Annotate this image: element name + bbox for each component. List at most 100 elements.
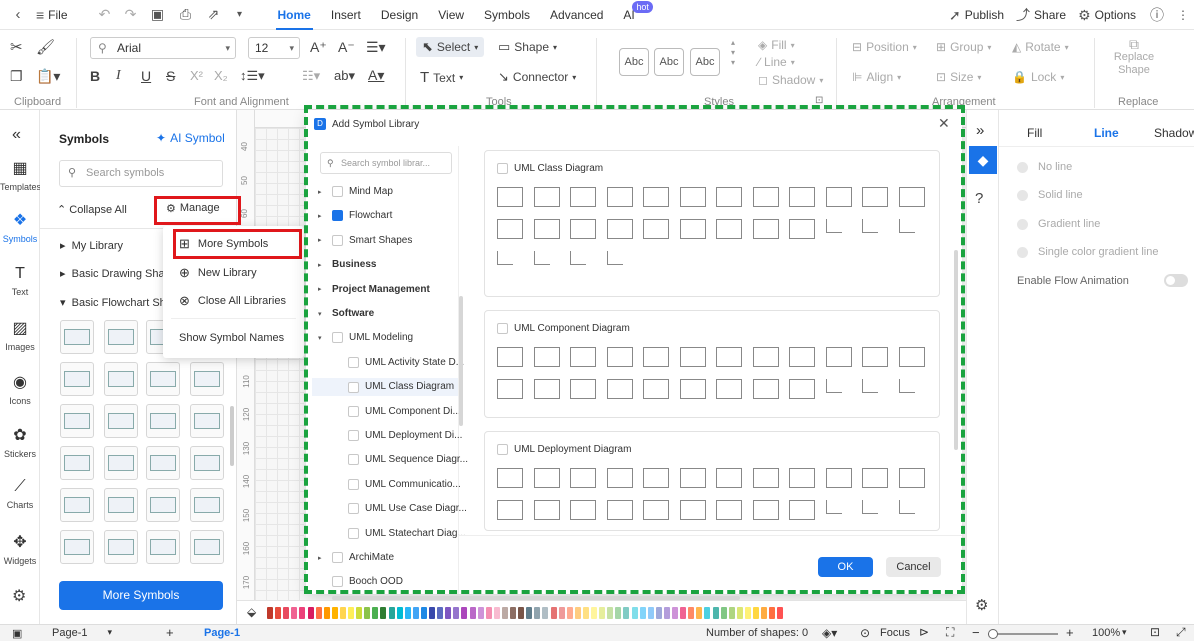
color-swatch[interactable] xyxy=(655,607,662,619)
chevron-right-icon[interactable]: ▸ xyxy=(318,554,326,562)
flowchart-shape[interactable] xyxy=(60,362,94,396)
line-button[interactable]: ∕ Line ▾ xyxy=(758,55,795,69)
uml-symbol[interactable] xyxy=(898,379,915,393)
tree-item[interactable]: UML Communicatio... xyxy=(348,478,461,490)
menu-item-new-library[interactable]: ⊕ New Library xyxy=(179,265,257,281)
color-swatch[interactable] xyxy=(348,607,354,619)
tree-checkbox[interactable] xyxy=(348,503,359,515)
publish-button[interactable]: ➚ Publish xyxy=(943,0,1010,30)
color-swatch[interactable] xyxy=(404,607,411,619)
color-swatch[interactable] xyxy=(420,607,427,619)
font-size-select[interactable]: 12 ▾ xyxy=(248,37,300,59)
uml-symbol[interactable] xyxy=(789,347,815,367)
chevron-right-icon[interactable]: ▸ xyxy=(318,188,326,196)
tab-ai[interactable]: AI hot xyxy=(613,0,654,30)
chevron-right-icon[interactable]: ▸ xyxy=(318,236,326,244)
color-swatch[interactable] xyxy=(526,607,533,619)
uml-symbol[interactable] xyxy=(752,347,779,367)
uml-symbol[interactable] xyxy=(898,347,925,367)
uml-symbol[interactable] xyxy=(679,379,706,399)
add-page-icon[interactable]: + xyxy=(166,625,174,640)
help-icon[interactable]: ⓘ xyxy=(1142,5,1172,25)
card-checkbox[interactable] xyxy=(497,163,508,174)
chevron-down-icon[interactable]: ▾ xyxy=(318,310,326,318)
color-swatch[interactable] xyxy=(501,607,508,619)
tab-symbols[interactable]: Symbols xyxy=(474,0,540,30)
flow-animation-toggle[interactable] xyxy=(1164,274,1188,287)
ai-symbol-button[interactable]: ✦ AI Symbol xyxy=(156,131,225,145)
share-button[interactable]: ⤴ Share xyxy=(1010,0,1072,30)
collapse-icon[interactable]: ‹ xyxy=(0,6,36,23)
color-swatch[interactable] xyxy=(437,607,444,619)
flowchart-shape[interactable] xyxy=(60,404,94,438)
color-swatch[interactable] xyxy=(388,607,395,619)
menu-item-show-symbol-names[interactable]: Show Symbol Names xyxy=(179,332,284,344)
rail-charts[interactable]: ⟋ Charts xyxy=(0,478,40,510)
uml-symbol[interactable] xyxy=(862,379,878,393)
color-swatch[interactable] xyxy=(307,607,314,619)
more-vertical-icon[interactable]: ⋮ xyxy=(1172,8,1194,22)
uml-symbol[interactable] xyxy=(825,219,842,233)
font-name-select[interactable]: ⚲ Arial ▾ xyxy=(90,37,236,59)
radio-button[interactable] xyxy=(1017,246,1028,258)
color-swatch[interactable] xyxy=(299,607,306,619)
color-swatch[interactable] xyxy=(534,607,541,619)
tree-item[interactable]: ▸ Mind Map xyxy=(318,186,393,197)
color-swatch[interactable] xyxy=(663,607,670,619)
card-title[interactable]: UML Class Diagram xyxy=(497,163,603,174)
shadow-button[interactable]: ◻ Shadow ▾ xyxy=(758,73,823,87)
color-swatch[interactable] xyxy=(323,607,330,619)
uml-symbol[interactable] xyxy=(643,219,669,239)
uml-symbol[interactable] xyxy=(789,379,815,399)
chevron-right-icon[interactable]: ▸ xyxy=(318,212,326,220)
radio-button[interactable] xyxy=(1017,189,1028,201)
uml-symbol[interactable] xyxy=(716,379,742,399)
color-swatch[interactable] xyxy=(380,607,387,619)
color-swatch[interactable] xyxy=(607,607,614,619)
chevron-down-icon[interactable]: ▾ xyxy=(318,334,326,342)
uml-symbol[interactable] xyxy=(789,219,815,239)
copy-icon[interactable]: ❐ xyxy=(10,68,23,85)
rail-text[interactable]: T Text xyxy=(0,265,40,297)
tab-design[interactable]: Design xyxy=(371,0,428,30)
color-swatch[interactable] xyxy=(558,607,565,619)
uml-symbol[interactable] xyxy=(825,379,842,393)
uml-symbol[interactable] xyxy=(752,219,779,239)
styles-expand-icon[interactable]: ⊡ xyxy=(815,95,823,106)
card-checkbox[interactable] xyxy=(497,444,508,455)
flowchart-shape[interactable] xyxy=(190,530,224,564)
uml-symbol[interactable] xyxy=(825,187,852,207)
color-swatch[interactable] xyxy=(429,607,435,619)
uml-symbol[interactable] xyxy=(533,468,560,488)
color-swatch[interactable] xyxy=(291,607,298,619)
tree-item[interactable]: UML Class Diagram xyxy=(312,378,458,397)
style-sample-2[interactable]: Abc xyxy=(654,48,684,76)
uml-symbol[interactable] xyxy=(752,379,779,399)
tree-item[interactable]: UML Use Case Diagr... xyxy=(348,503,467,515)
color-swatch[interactable] xyxy=(639,607,646,619)
focus-label[interactable]: Focus xyxy=(880,627,910,639)
option-single-color-gradient[interactable]: Single color gradient line xyxy=(1017,246,1158,258)
flowchart-shape[interactable] xyxy=(60,320,94,354)
uml-symbol[interactable] xyxy=(752,500,779,520)
tab-fill[interactable]: Fill xyxy=(1027,126,1042,140)
color-swatch[interactable] xyxy=(696,607,703,619)
uml-symbol[interactable] xyxy=(825,468,852,488)
style-sample-3[interactable]: Abc xyxy=(690,48,720,76)
uml-symbol[interactable] xyxy=(497,251,513,265)
flowchart-shape[interactable] xyxy=(60,446,94,480)
uml-symbol[interactable] xyxy=(643,500,669,520)
tree-checkbox[interactable] xyxy=(348,405,359,417)
page-select[interactable]: Page-1 ▾ xyxy=(52,627,112,639)
uml-symbol[interactable] xyxy=(789,187,815,207)
color-swatch[interactable] xyxy=(510,607,516,619)
flowchart-shape[interactable] xyxy=(146,446,180,480)
color-swatch[interactable] xyxy=(736,607,743,619)
decrease-font-icon[interactable]: A⁻ xyxy=(338,39,355,56)
uml-symbol[interactable] xyxy=(643,468,669,488)
option-no-line[interactable]: No line xyxy=(1017,161,1072,173)
tree-checkbox[interactable] xyxy=(348,527,359,539)
position-button[interactable]: ⊟ Position ▾ xyxy=(852,40,917,54)
paint-bucket-icon[interactable]: ⬙ xyxy=(247,605,256,619)
flowchart-shape[interactable] xyxy=(146,530,180,564)
